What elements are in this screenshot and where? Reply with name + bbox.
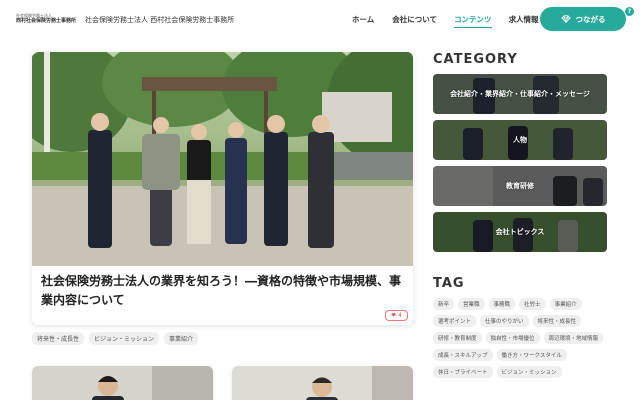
tag-chip[interactable]: 働き方・ワークスタイル <box>496 349 567 361</box>
tag-chip[interactable]: ビジョン・ミッション <box>496 366 562 378</box>
tag-chip[interactable]: 社労士 <box>519 298 546 310</box>
tag-chip[interactable]: 将来性・成長性 <box>532 315 582 327</box>
company-name: 社会保険労務士法人 西村社会保険労務士事務所 <box>85 16 235 24</box>
tag-chip[interactable]: 休日・プライベート <box>433 366 493 378</box>
category-label: 会社トピックス <box>495 228 545 236</box>
like-count: 4 <box>398 312 402 319</box>
nav-recruit[interactable]: 求人情報 <box>509 14 539 25</box>
logo-main-text: 西村社会保険労務士事務所 <box>16 18 77 24</box>
like-button[interactable]: ❤ 4 <box>385 310 408 321</box>
tag-list: 新卒 営業職 事務職 社労士 事業紹介 選考ポイント 仕事のやりがい 将来性・成… <box>433 298 609 378</box>
diamond-icon <box>560 15 571 23</box>
category-label: 人物 <box>513 136 527 144</box>
help-badge[interactable]: ? <box>625 7 634 16</box>
article-card[interactable] <box>32 366 213 400</box>
tag-heading: TAG <box>433 276 465 291</box>
tag-chip[interactable]: 事務職 <box>488 298 516 310</box>
article-card-photo <box>232 366 413 400</box>
nav-about[interactable]: 会社について <box>392 14 437 25</box>
article-tag[interactable]: 将来性・成長性 <box>32 332 85 345</box>
connect-button[interactable]: つながる <box>540 7 626 31</box>
article-tag[interactable]: 事業紹介 <box>164 332 199 345</box>
article-card-photo <box>32 366 213 400</box>
category-people[interactable]: 人物 <box>433 120 607 160</box>
tag-chip[interactable]: 選考ポイント <box>433 315 477 327</box>
tag-chip[interactable]: 営業職 <box>458 298 485 310</box>
article-card[interactable] <box>232 366 413 400</box>
category-training[interactable]: 教育研修 <box>433 166 607 206</box>
category-label: 会社紹介・業界紹介・仕事紹介・メッセージ <box>450 90 590 98</box>
featured-article-title[interactable]: 社会保険労務士法人の業界を知ろう！―資格の特徴や市場規模、事業内容について <box>41 272 401 310</box>
category-topics[interactable]: 会社トピックス <box>433 212 607 252</box>
article-tag[interactable]: ビジョン・ミッション <box>89 332 160 345</box>
logo[interactable]: 社会保険労務士法人 西村社会保険労務士事務所 <box>16 13 77 24</box>
site-header: 社会保険労務士法人 西村社会保険労務士事務所 社会保険労務士法人 西村社会保険労… <box>0 0 640 40</box>
tag-chip[interactable]: 独自性・市場優位 <box>485 332 540 344</box>
tag-chip[interactable]: 仕事のやりがい <box>480 315 529 327</box>
tag-chip[interactable]: 周辺環境・地域情報 <box>543 332 604 344</box>
featured-article-card[interactable]: 社会保険労務士法人の業界を知ろう！―資格の特徴や市場規模、事業内容について ❤ … <box>32 52 413 325</box>
tag-chip[interactable]: 成長・スキルアップ <box>433 349 493 361</box>
featured-article-photo <box>32 52 413 266</box>
category-heading: CATEGORY <box>433 52 518 67</box>
heart-icon: ❤ <box>391 312 397 319</box>
connect-button-label: つながる <box>575 14 606 24</box>
tag-chip[interactable]: 事業紹介 <box>549 298 582 310</box>
tag-chip[interactable]: 研修・教育制度 <box>433 332 482 344</box>
nav-contents[interactable]: コンテンツ <box>454 14 492 28</box>
category-label: 教育研修 <box>506 182 534 190</box>
nav-home[interactable]: ホーム <box>352 14 374 25</box>
category-company-intro[interactable]: 会社紹介・業界紹介・仕事紹介・メッセージ <box>433 74 607 114</box>
featured-article-tags: 将来性・成長性 ビジョン・ミッション 事業紹介 <box>32 332 199 345</box>
main-nav: ホーム 会社について コンテンツ 求人情報 <box>352 14 539 28</box>
tag-chip[interactable]: 新卒 <box>433 298 455 310</box>
